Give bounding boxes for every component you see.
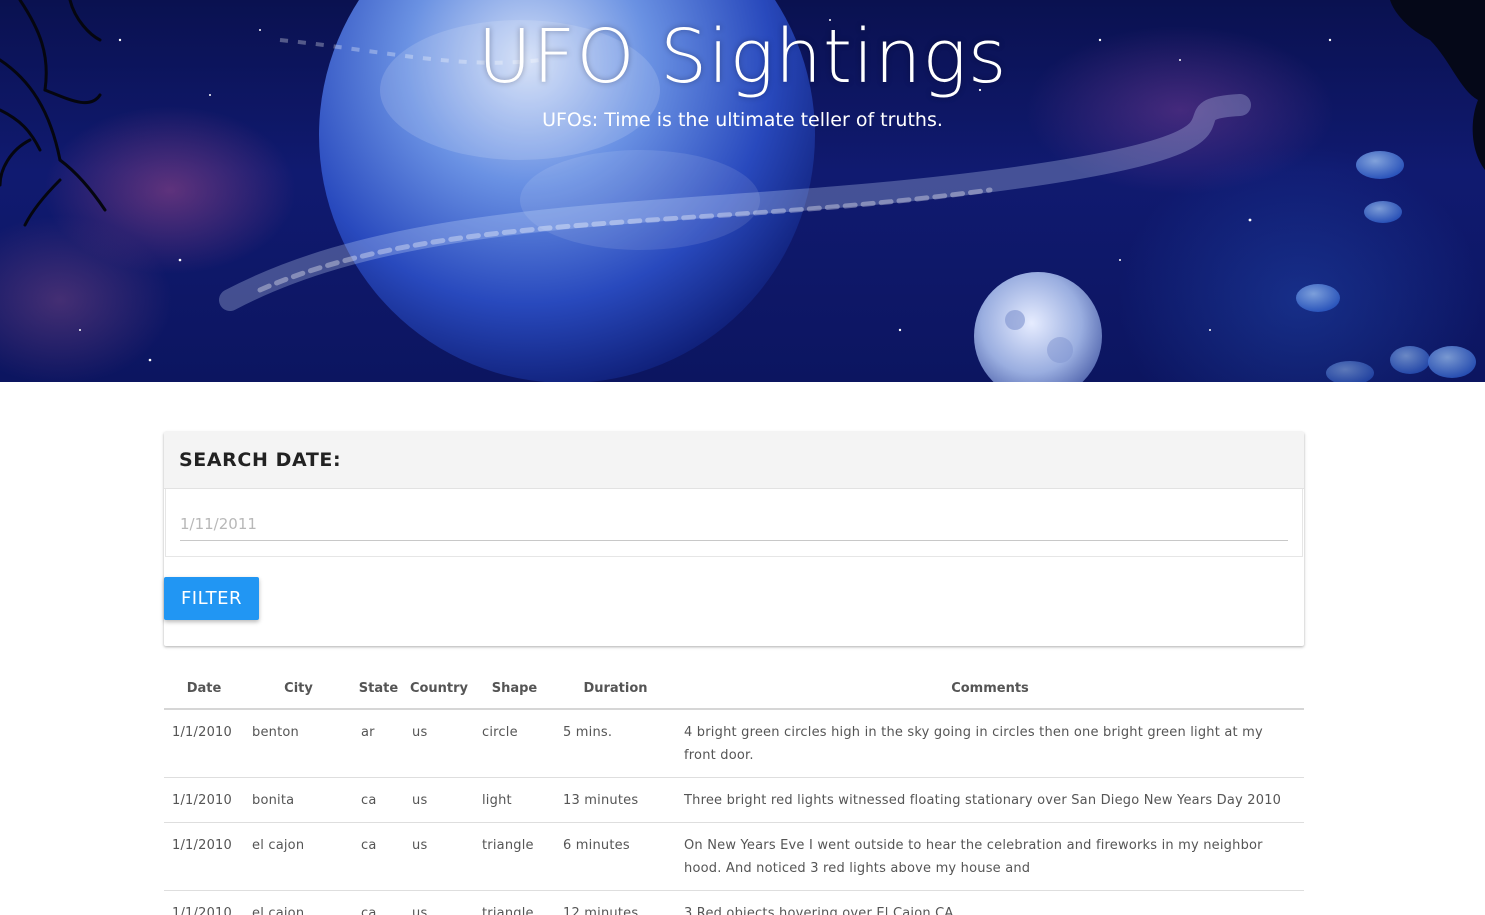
cell-state: ca [353,777,404,823]
cell-comments: 4 bright green circles high in the sky g… [676,709,1304,778]
table-row: 1/1/2010 benton ar us circle 5 mins. 4 b… [164,709,1304,778]
table-row: 1/1/2010 el cajon ca us triangle 6 minut… [164,822,1304,891]
page-title: UFO Sightings [477,14,1008,100]
cell-duration: 6 minutes [555,822,676,891]
cell-city: el cajon [244,822,353,891]
cell-shape: circle [474,709,555,778]
cell-comments: 3 Red objects hovering over El Cajon CA [676,890,1304,915]
sightings-table: Date City State Country Shape Duration C… [164,668,1304,915]
cell-country: us [404,777,474,823]
table-row: 1/1/2010 bonita ca us light 13 minutes T… [164,777,1304,823]
cell-shape: light [474,777,555,823]
column-header-shape[interactable]: Shape [474,668,555,710]
cell-country: us [404,890,474,915]
cell-duration: 12 minutes [555,890,676,915]
cell-city: bonita [244,777,353,823]
cell-date: 1/1/2010 [164,709,244,778]
cell-state: ca [353,890,404,915]
cell-comments: Three bright red lights witnessed floati… [676,777,1304,823]
cell-duration: 13 minutes [555,777,676,823]
date-search-input[interactable] [180,507,1288,541]
hero-banner: UFO Sightings UFOs: Time is the ultimate… [0,0,1485,382]
table-header-row: Date City State Country Shape Duration C… [164,668,1304,710]
cell-state: ar [353,709,404,778]
cell-duration: 5 mins. [555,709,676,778]
column-header-state[interactable]: State [353,668,404,710]
cell-shape: triangle [474,890,555,915]
search-field-wrapper [165,489,1303,557]
cell-state: ca [353,822,404,891]
search-panel-header: SEARCH DATE: [164,432,1304,489]
cell-country: us [404,822,474,891]
page-subtitle: UFOs: Time is the ultimate teller of tru… [542,109,943,131]
cell-date: 1/1/2010 [164,890,244,915]
column-header-date[interactable]: Date [164,668,244,710]
cell-city: el cajon [244,890,353,915]
search-panel: SEARCH DATE: FILTER [164,432,1304,646]
table-row: 1/1/2010 el cajon ca us triangle 12 minu… [164,890,1304,915]
column-header-city[interactable]: City [244,668,353,710]
filter-button[interactable]: FILTER [164,577,259,620]
column-header-duration[interactable]: Duration [555,668,676,710]
cell-comments: On New Years Eve I went outside to hear … [676,822,1304,891]
column-header-country[interactable]: Country [404,668,474,710]
cell-shape: triangle [474,822,555,891]
cell-date: 1/1/2010 [164,777,244,823]
cell-date: 1/1/2010 [164,822,244,891]
cell-city: benton [244,709,353,778]
column-header-comments[interactable]: Comments [676,668,1304,710]
cell-country: us [404,709,474,778]
search-date-label: SEARCH DATE: [179,449,342,471]
